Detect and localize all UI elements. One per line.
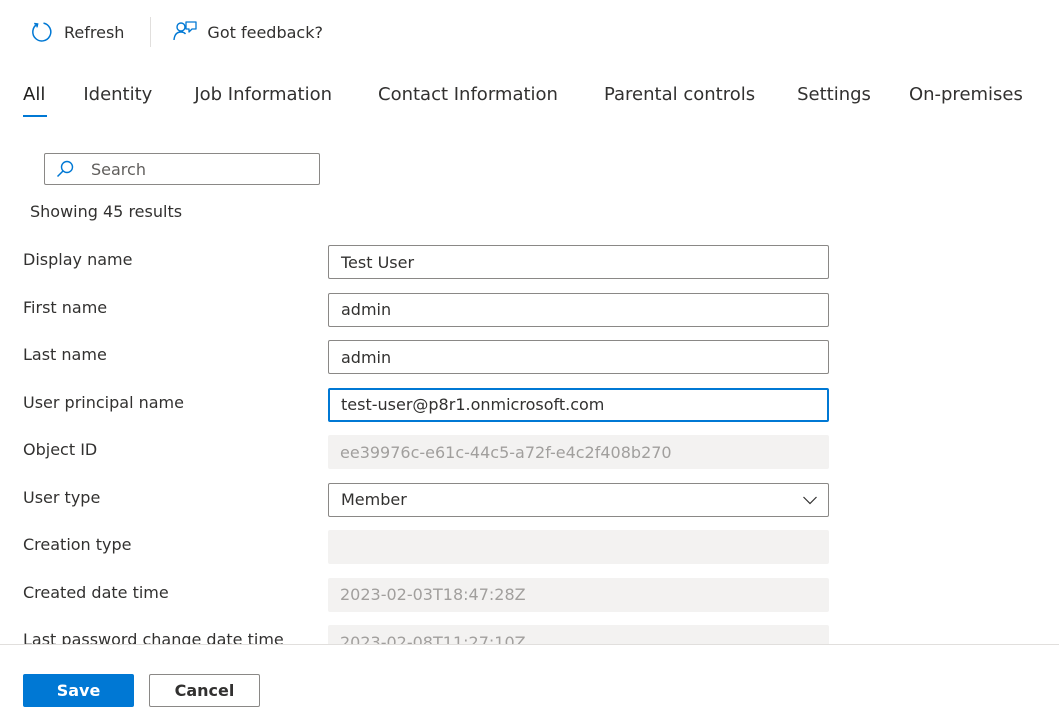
cancel-button[interactable]: Cancel xyxy=(149,674,260,707)
feedback-label: Got feedback? xyxy=(207,22,323,42)
first-name-label: First name xyxy=(23,297,108,317)
tab-job-information[interactable]: Job Information xyxy=(194,84,332,117)
form-row-first-name: First name admin xyxy=(0,288,1059,336)
form-row-display-name: Display name Test User xyxy=(0,240,1059,288)
search-input[interactable] xyxy=(89,158,313,180)
tab-bar: All Identity Job Information Contact Inf… xyxy=(23,84,1023,117)
form-row-created-date-time: Created date time 2023-02-03T18:47:28Z xyxy=(0,573,1059,621)
creation-type-label: Creation type xyxy=(23,535,132,554)
tab-settings[interactable]: Settings xyxy=(797,84,871,117)
form-row-last-name: Last name admin xyxy=(0,335,1059,383)
form-row-creation-type: Creation type xyxy=(0,525,1059,573)
search-icon xyxy=(56,160,74,178)
user-principal-name-field[interactable]: test-user@p8r1.onmicrosoft.com xyxy=(328,387,829,422)
creation-type-field xyxy=(328,530,829,564)
tab-on-premises[interactable]: On-premises xyxy=(909,84,1023,117)
command-bar: Refresh Got feedback? xyxy=(30,14,323,50)
form-row-object-id: Object ID ee39976c-e61c-44c5-a72f-e4c2f4… xyxy=(0,430,1059,478)
user-type-dropdown[interactable]: Member xyxy=(328,482,829,517)
chevron-down-icon xyxy=(803,496,817,504)
object-id-field: ee39976c-e61c-44c5-a72f-e4c2f408b270 xyxy=(328,435,829,469)
created-date-time-label: Created date time xyxy=(23,582,169,602)
results-count: Showing 45 results xyxy=(30,202,183,221)
refresh-icon xyxy=(32,22,52,42)
last-name-field[interactable]: admin xyxy=(328,340,829,374)
feedback-icon xyxy=(173,21,198,41)
display-name-field[interactable]: Test User xyxy=(328,245,829,279)
refresh-label: Refresh xyxy=(64,22,125,42)
form-row-user-principal-name: User principal name test-user@p8r1.onmic… xyxy=(0,383,1059,431)
tab-parental-controls[interactable]: Parental controls xyxy=(604,84,755,117)
display-name-label: Display name xyxy=(23,250,133,269)
created-date-time-field: 2023-02-03T18:47:28Z xyxy=(328,577,829,612)
tab-identity[interactable]: Identity xyxy=(83,84,152,117)
save-button[interactable]: Save xyxy=(23,674,134,707)
properties-form: Display name Test User First name admin … xyxy=(0,240,1059,644)
user-type-label: User type xyxy=(23,487,101,507)
form-row-user-type: User type Member xyxy=(0,478,1059,526)
form-row-last-password-change: Last password change date time 2023-02-0… xyxy=(0,620,1059,644)
last-password-change-field: 2023-02-08T11:27:10Z xyxy=(328,625,829,644)
tab-all[interactable]: All xyxy=(23,84,48,117)
search-box[interactable] xyxy=(44,153,320,185)
object-id-label: Object ID xyxy=(23,440,98,459)
toolbar-divider xyxy=(150,17,152,47)
refresh-button[interactable]: Refresh xyxy=(30,20,124,44)
feedback-button[interactable]: Got feedback? xyxy=(173,20,323,44)
user-principal-name-label: User principal name xyxy=(23,392,184,412)
tab-contact-information[interactable]: Contact Information xyxy=(378,84,558,117)
first-name-field[interactable]: admin xyxy=(328,292,829,327)
footer-divider xyxy=(0,644,1059,645)
last-name-label: Last name xyxy=(23,345,107,364)
last-password-change-label: Last password change date time xyxy=(23,630,284,644)
